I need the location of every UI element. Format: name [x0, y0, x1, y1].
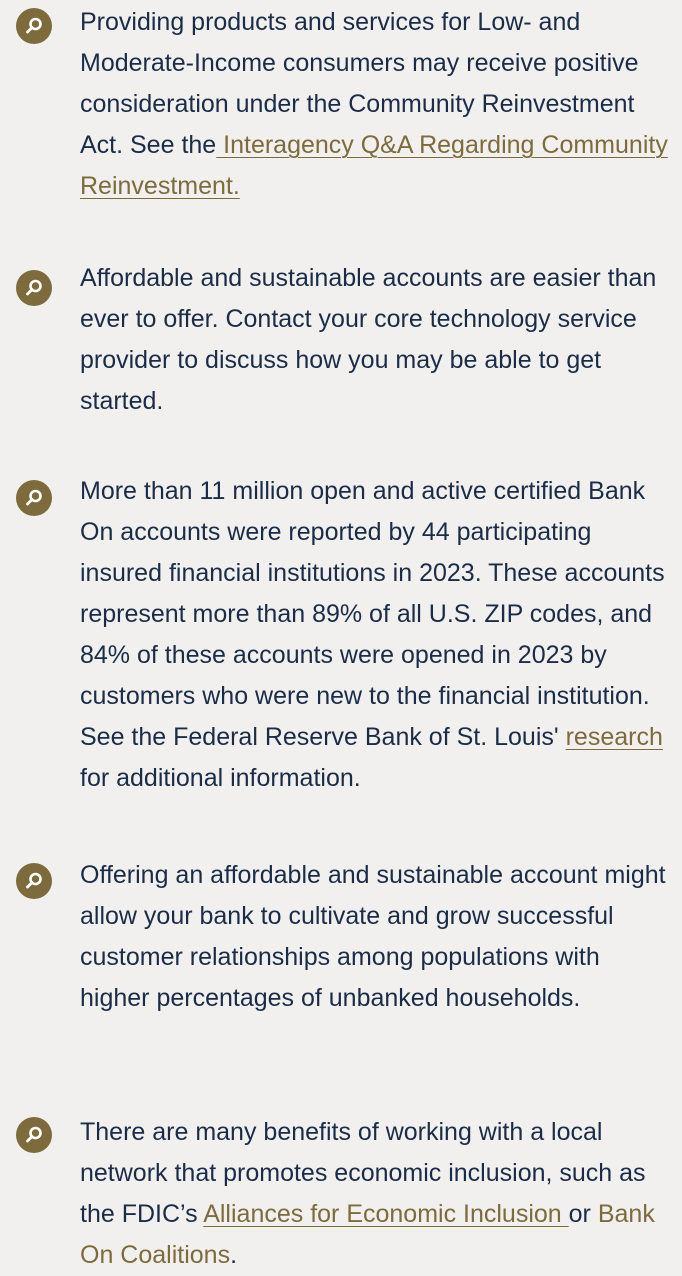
- list-item-text: Offering an affordable and sustainable a…: [80, 861, 666, 1012]
- item-text: More than 11 million open and active cer…: [80, 477, 665, 751]
- search-icon: [16, 8, 52, 44]
- benefits-list: Providing products and services for Low-…: [0, 0, 682, 1271]
- item-text-middle: or: [568, 1200, 598, 1228]
- search-icon: [16, 1117, 52, 1153]
- research-link[interactable]: research: [566, 723, 663, 751]
- item-text-after: .: [230, 1241, 238, 1269]
- search-icon: [16, 270, 52, 306]
- list-item-text: Affordable and sustainable accounts are …: [80, 264, 657, 415]
- list-item-text: There are many benefits of working with …: [80, 1112, 670, 1276]
- list-item-text: More than 11 million open and active cer…: [80, 471, 670, 799]
- item-text-after: for additional information.: [80, 764, 361, 792]
- alliances-link[interactable]: Alliances for Economic Inclusion: [203, 1200, 568, 1228]
- list-item-text: Providing products and services for Low-…: [80, 2, 670, 207]
- search-icon: [16, 863, 52, 899]
- search-icon: [16, 480, 52, 516]
